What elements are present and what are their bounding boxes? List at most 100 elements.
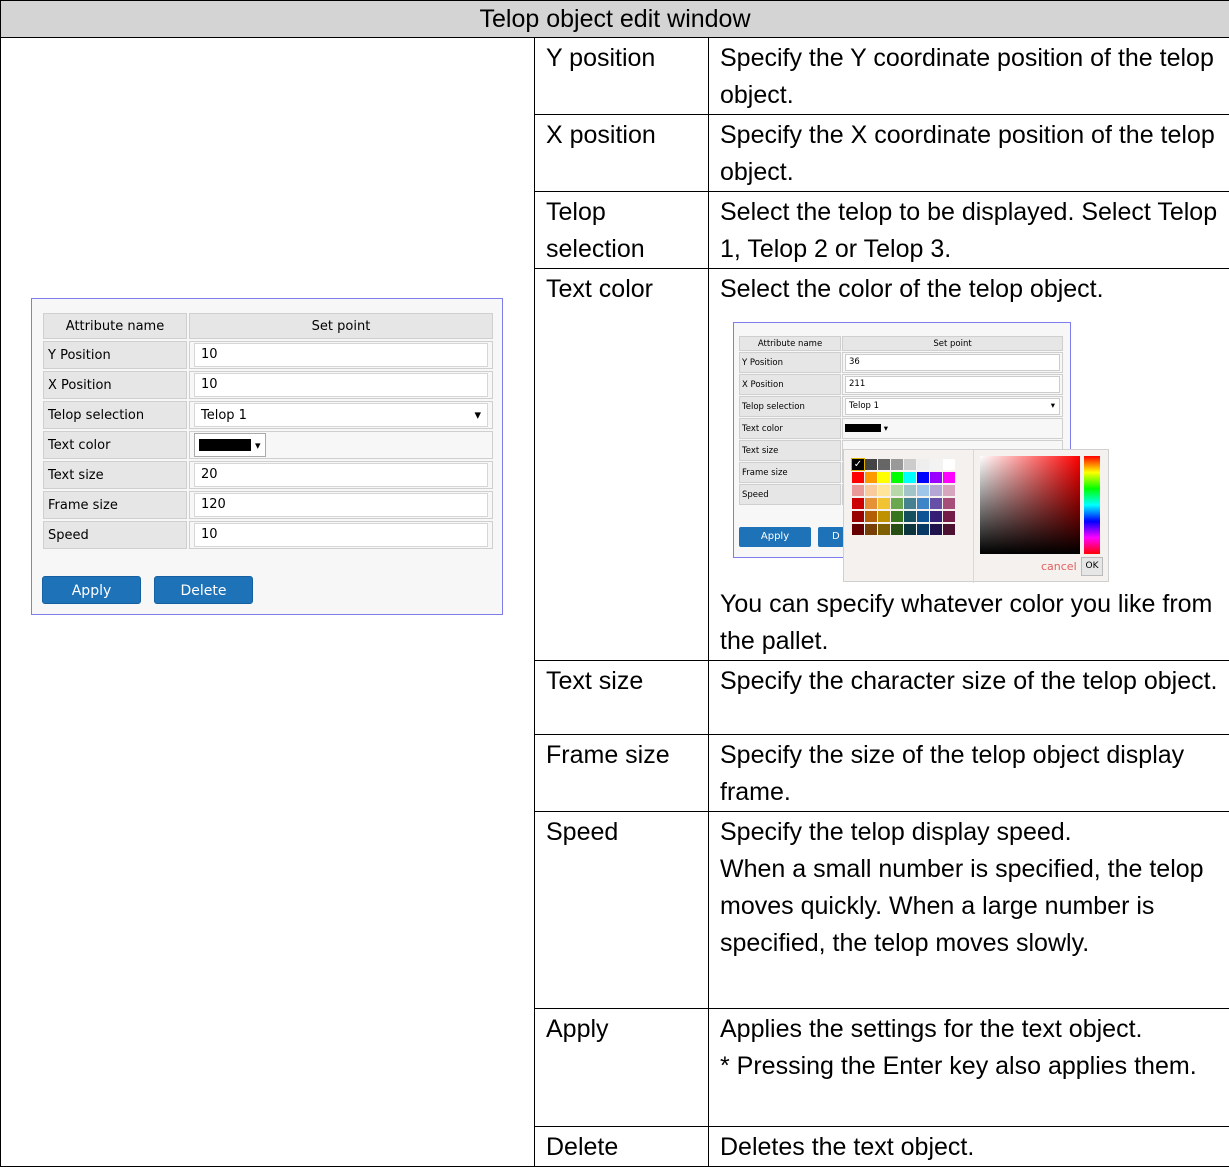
attribute-table: Attribute name Set point Y Position 10 X… <box>41 311 495 551</box>
label-telop-selection: Telop selection <box>43 401 187 429</box>
palette-swatch[interactable] <box>865 472 877 483</box>
picker-ok-button[interactable]: OK <box>1081 557 1103 576</box>
desc-speed-line2: When a small number is specified, the te… <box>720 851 1223 962</box>
palette-swatch[interactable] <box>891 498 903 509</box>
palette-swatch[interactable] <box>865 498 877 509</box>
frame-size-input[interactable]: 120 <box>194 493 488 517</box>
palette-swatch[interactable] <box>878 498 890 509</box>
palette-swatch[interactable] <box>878 459 890 470</box>
palette-swatch[interactable] <box>930 485 942 496</box>
palette-swatch[interactable] <box>891 524 903 535</box>
palette-swatch[interactable] <box>878 511 890 522</box>
palette-swatch[interactable] <box>878 472 890 483</box>
desc-x-position: Specify the X coordinate position of the… <box>709 115 1229 192</box>
palette-swatch[interactable] <box>891 472 903 483</box>
palette-swatch[interactable] <box>943 511 955 522</box>
text-color-picker-button[interactable]: ▾ <box>194 433 266 457</box>
mini-color-swatch[interactable] <box>845 424 881 432</box>
palette-swatch-selected[interactable]: ✓ <box>852 459 864 470</box>
hue-slider[interactable] <box>1084 456 1100 554</box>
desc-text-size: Specify the character size of the telop … <box>709 661 1229 735</box>
mini-telop-selection-dropdown[interactable]: Telop 1▾ <box>845 398 1060 415</box>
desc-text-color-after: You can specify whatever color you like … <box>720 586 1223 660</box>
mini-x-position-input[interactable]: 211 <box>845 376 1060 393</box>
palette-swatch[interactable] <box>904 524 916 535</box>
palette-swatch[interactable] <box>904 511 916 522</box>
telop-selection-dropdown[interactable]: Telop 1 ▾ <box>194 403 488 427</box>
chevron-down-icon: ▾ <box>1051 399 1055 414</box>
palette-swatch[interactable] <box>904 459 916 470</box>
mini-apply-button[interactable]: Apply <box>739 527 811 547</box>
mini-y-position-input[interactable]: 36 <box>845 354 1060 371</box>
palette-swatch[interactable] <box>917 511 929 522</box>
label-text-size: Text size <box>43 461 187 489</box>
palette-swatch[interactable] <box>917 485 929 496</box>
saturation-value-area[interactable] <box>980 456 1080 554</box>
palette-swatch[interactable] <box>878 524 890 535</box>
palette-swatch[interactable] <box>878 485 890 496</box>
label-speed: Speed <box>43 521 187 549</box>
desc-speed-line1: Specify the telop display speed. <box>720 814 1223 851</box>
palette-swatch[interactable] <box>930 472 942 483</box>
attr-telop-selection: Telop selection <box>535 192 709 269</box>
delete-button[interactable]: Delete <box>154 576 253 604</box>
attr-apply: Apply <box>535 1009 709 1127</box>
header-set-point: Set point <box>189 313 493 339</box>
x-position-input[interactable]: 10 <box>194 373 488 397</box>
mini-delete-button[interactable]: D <box>818 527 844 547</box>
palette-swatch[interactable] <box>852 485 864 496</box>
mini-header-attribute-name: Attribute name <box>739 336 841 351</box>
chevron-down-icon: ▾ <box>884 424 888 434</box>
desc-apply: Applies the settings for the text object… <box>709 1009 1229 1127</box>
text-size-input[interactable]: 20 <box>194 463 488 487</box>
attr-text-size: Text size <box>535 661 709 735</box>
telop-edit-panel: Attribute name Set point Y Position 10 X… <box>31 298 503 615</box>
label-x-position: X Position <box>43 371 187 399</box>
palette-swatch[interactable] <box>930 498 942 509</box>
palette-swatch[interactable] <box>891 485 903 496</box>
palette-swatch[interactable] <box>852 524 864 535</box>
palette-swatch[interactable] <box>943 485 955 496</box>
desc-apply-line2: * Pressing the Enter key also applies th… <box>720 1048 1223 1085</box>
palette-swatch[interactable] <box>865 524 877 535</box>
palette-swatch[interactable] <box>917 459 929 470</box>
palette-swatch[interactable] <box>865 485 877 496</box>
chevron-down-icon: ▾ <box>255 439 261 452</box>
speed-input[interactable]: 10 <box>194 523 488 547</box>
palette-swatch[interactable] <box>904 498 916 509</box>
palette-swatch[interactable] <box>865 511 877 522</box>
color-palette: ✓ <box>852 459 955 535</box>
palette-swatch[interactable] <box>930 459 942 470</box>
apply-button[interactable]: Apply <box>42 576 141 604</box>
palette-swatch[interactable] <box>852 511 864 522</box>
palette-swatch[interactable] <box>943 459 955 470</box>
palette-swatch[interactable] <box>865 459 877 470</box>
mini-label-telop-selection: Telop selection <box>739 396 841 417</box>
palette-swatch[interactable] <box>904 472 916 483</box>
attr-x-position: X position <box>535 115 709 192</box>
palette-swatch[interactable] <box>891 459 903 470</box>
telop-selection-value: Telop 1 <box>201 408 247 423</box>
desc-text-color-line: Select the color of the telop object. <box>720 271 1223 308</box>
mini-label-text-size: Text size <box>739 440 841 461</box>
desc-delete: Deletes the text object. <box>709 1127 1229 1167</box>
table-title: Telop object edit window <box>1 1 1229 38</box>
picker-cancel-link[interactable]: cancel <box>1041 560 1077 573</box>
palette-swatch[interactable] <box>852 472 864 483</box>
palette-swatch[interactable] <box>943 498 955 509</box>
palette-swatch[interactable] <box>917 472 929 483</box>
attr-speed: Speed <box>535 812 709 1009</box>
palette-swatch[interactable] <box>930 524 942 535</box>
desc-apply-line1: Applies the settings for the text object… <box>720 1011 1223 1048</box>
palette-swatch[interactable] <box>852 498 864 509</box>
palette-swatch[interactable] <box>943 472 955 483</box>
palette-swatch[interactable] <box>917 524 929 535</box>
palette-swatch[interactable] <box>943 524 955 535</box>
palette-swatch[interactable] <box>917 498 929 509</box>
palette-swatch[interactable] <box>904 485 916 496</box>
mini-label-speed: Speed <box>739 484 841 505</box>
palette-swatch[interactable] <box>930 511 942 522</box>
palette-swatch[interactable] <box>891 511 903 522</box>
chevron-down-icon: ▾ <box>474 408 481 423</box>
y-position-input[interactable]: 10 <box>194 343 488 367</box>
